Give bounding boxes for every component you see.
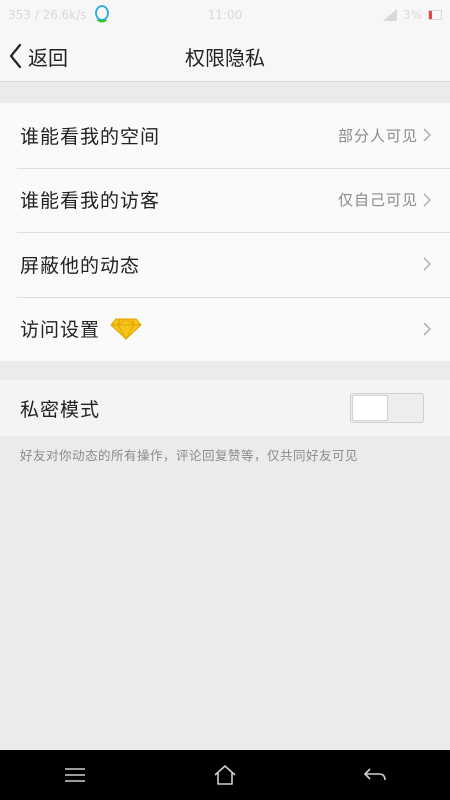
setting-label: 谁能看我的空间: [20, 125, 161, 148]
chevron-right-icon: [423, 322, 432, 336]
status-right: 3%: [382, 8, 442, 22]
system-nav-bar: [0, 750, 450, 800]
battery-icon: [428, 10, 442, 20]
diamond-icon: [110, 318, 142, 340]
chevron-right-icon: [423, 257, 432, 271]
setting-row-space-visibility[interactable]: 谁能看我的空间 部分人可见: [0, 103, 450, 168]
setting-value: 部分人可见: [337, 126, 418, 145]
back-nav-button[interactable]: [355, 755, 395, 795]
header: 返回 权限隐私: [0, 30, 450, 82]
setting-row-block-feed[interactable]: 屏蔽他的动态: [0, 232, 450, 297]
setting-label: 屏蔽他的动态: [20, 254, 141, 277]
private-mode-section: 私密模式: [0, 380, 450, 436]
setting-label: 谁能看我的访客: [20, 190, 161, 213]
page-title: 权限隐私: [185, 46, 265, 70]
home-button[interactable]: [205, 755, 245, 795]
status-bar: 353 / 26.6k/s 11:00 3%: [0, 0, 450, 30]
setting-row-visitor-visibility[interactable]: 谁能看我的访客 仅自己可见: [0, 167, 450, 233]
setting-row-access-settings[interactable]: 访问设置: [0, 296, 450, 362]
menu-icon: [65, 768, 85, 782]
battery-percent: 3%: [402, 8, 422, 22]
network-speed: 353 / 26.6k/s: [8, 8, 87, 22]
signal-icon: [382, 9, 397, 21]
setting-label: 访问设置: [20, 319, 101, 342]
chevron-right-icon: [423, 193, 432, 207]
menu-button[interactable]: [55, 755, 95, 795]
private-mode-description: 好友对你动态的所有操作，评论回复赞等，仅共同好友可见: [20, 448, 359, 463]
qq-notification-icon: [93, 5, 111, 25]
setting-value: 仅自己可见: [337, 191, 418, 210]
back-arrow-icon: [364, 768, 386, 781]
home-icon: [214, 765, 236, 785]
status-left: 353 / 26.6k/s: [8, 5, 111, 25]
private-mode-toggle[interactable]: [350, 393, 424, 423]
toggle-knob: [352, 395, 388, 421]
chevron-right-icon: [423, 128, 432, 142]
privacy-settings-list: 谁能看我的空间 部分人可见 谁能看我的访客 仅自己可见 屏蔽他的动态 访问设置: [0, 103, 450, 361]
private-mode-label: 私密模式: [20, 398, 101, 421]
